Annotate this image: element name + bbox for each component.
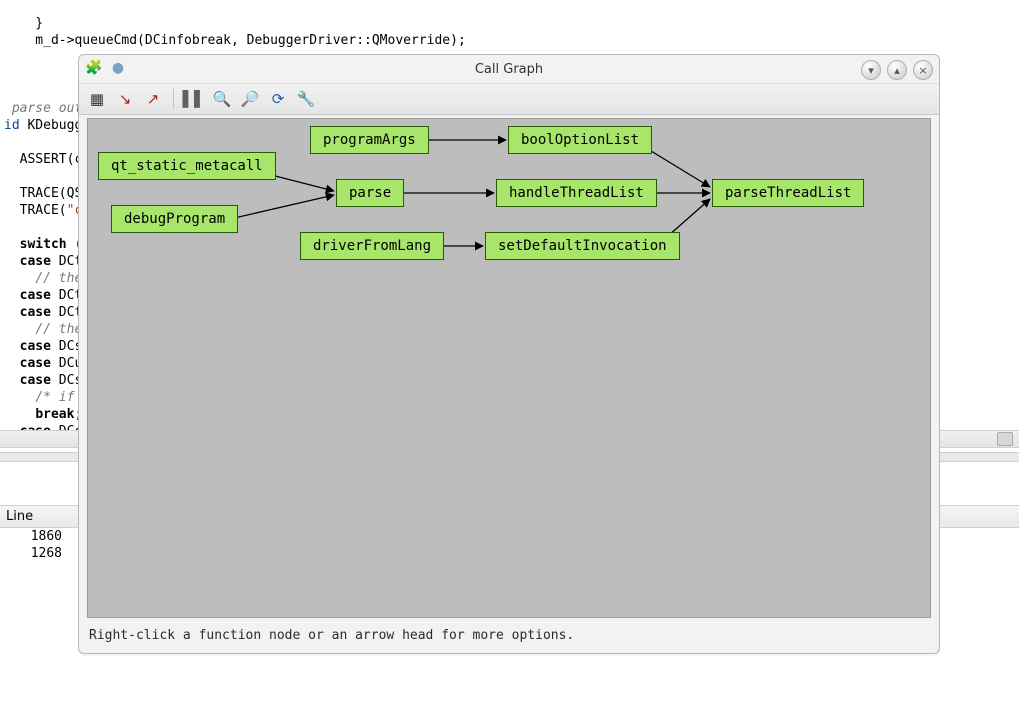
caller-icon[interactable]: ↘ [113,87,137,111]
node-program-args[interactable]: programArgs [310,126,429,154]
minimize-button[interactable]: ▾ [861,60,881,80]
toolbar-separator [173,89,174,109]
scroll-right-button[interactable] [997,432,1013,446]
line-row[interactable]: 1268 [0,545,68,562]
grid-icon[interactable]: ▦ [85,87,109,111]
node-debug-program[interactable]: debugProgram [111,205,238,233]
refresh-icon[interactable]: ⟳ [266,87,290,111]
node-driver-from-lang[interactable]: driverFromLang [300,232,444,260]
zoom-out-icon[interactable]: 🔎 [238,87,262,111]
call-graph-window: 🧩 ● Call Graph ▾ ▴ × ▦ ↘ ↗ ▌▌ 🔍 🔎 ⟳ 🔧 [78,54,940,654]
hint-text: Right-click a function node or an arrow … [79,622,939,653]
node-handle-thread-list[interactable]: handleThreadList [496,179,657,207]
titlebar[interactable]: 🧩 ● Call Graph ▾ ▴ × [79,55,939,83]
node-bool-option-list[interactable]: boolOptionList [508,126,652,154]
close-button[interactable]: × [913,60,933,80]
zoom-in-icon[interactable]: 🔍 [210,87,234,111]
maximize-button[interactable]: ▴ [887,60,907,80]
toolbar: ▦ ↘ ↗ ▌▌ 🔍 🔎 ⟳ 🔧 [79,83,939,115]
node-set-default-invocation[interactable]: setDefaultInvocation [485,232,680,260]
line-row[interactable]: 1860 [0,528,68,545]
globe-icon: ● [109,59,127,77]
callee-icon[interactable]: ↗ [141,87,165,111]
node-parse[interactable]: parse [336,179,404,207]
layout-icon[interactable]: ▌▌ [182,87,206,111]
node-parse-thread-list[interactable]: parseThreadList [712,179,864,207]
call-graph-canvas[interactable]: qt_static_metacall debugProgram programA… [87,118,931,618]
app-icon: 🧩 [85,59,103,77]
settings-icon[interactable]: 🔧 [294,87,318,111]
node-qt-static-metacall[interactable]: qt_static_metacall [98,152,276,180]
window-title: Call Graph [475,62,543,77]
